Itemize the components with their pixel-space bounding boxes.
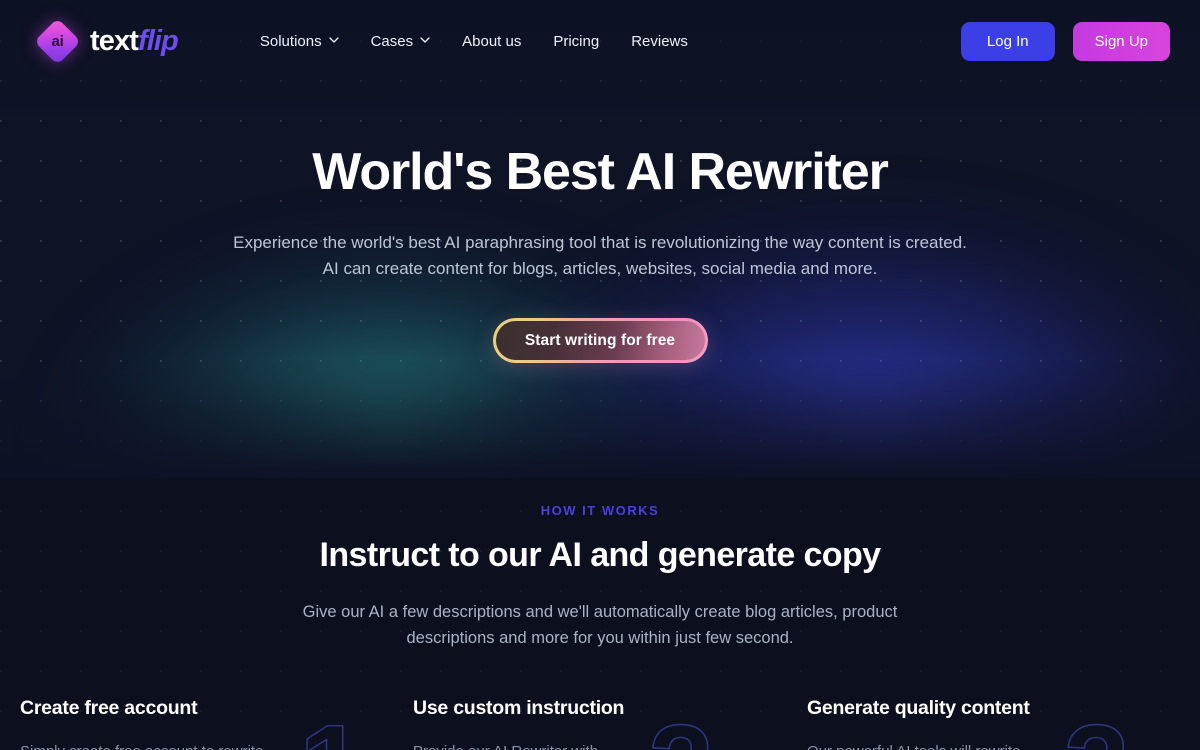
nav-item-solutions[interactable]: Solutions [244, 25, 355, 58]
nav-actions: Log In Sign Up [960, 21, 1170, 61]
chevron-down-icon [328, 35, 339, 45]
logo-ai-label: ai [51, 32, 64, 50]
nav-item-reviews-label: Reviews [631, 32, 688, 50]
brand-wordmark: textflip [90, 24, 179, 57]
step-description: Simply create free account to rewrite [20, 740, 270, 750]
hero-cta-wrapper: Start writing for free [0, 318, 1200, 364]
how-it-works-subtitle-line-1: Give our AI a few descriptions and we'll… [302, 603, 898, 621]
brand-logo[interactable]: ai textflip [34, 17, 179, 65]
hero-bottom-fade [0, 358, 1200, 478]
hero-content: World's Best AI Rewriter Experience the … [0, 82, 1200, 364]
how-it-works-header: HOW IT WORKS Instruct to our AI and gene… [0, 478, 1200, 651]
hero-subtitle-line-2: AI can create content for blogs, article… [322, 259, 878, 279]
step-title: Generate quality content [807, 697, 1030, 719]
step-title: Use custom instruction [413, 697, 625, 719]
logo-diamond-icon: ai [34, 17, 81, 65]
nav-item-pricing-label: Pricing [553, 32, 600, 50]
hero-section: ai textflip Solutions Cases About us Pri… [0, 0, 1200, 478]
step-description: Provide our AI Rewriter with [413, 740, 663, 750]
nav-item-about-us-label: About us [462, 32, 522, 50]
how-it-works-section: HOW IT WORKS Instruct to our AI and gene… [0, 478, 1200, 750]
nav-item-about-us[interactable]: About us [446, 25, 537, 58]
start-writing-button-label: Start writing for free [524, 331, 676, 349]
step-card: 1 Create free account Simply create free… [20, 697, 393, 750]
nav-item-solutions-label: Solutions [259, 32, 322, 50]
step-card: 3 Generate quality content Our powerful … [786, 697, 1180, 750]
step-card: 2 Use custom instruction Provide our AI … [393, 697, 786, 750]
how-it-works-subtitle-line-2: descriptions and more for you within jus… [406, 629, 794, 647]
login-button[interactable]: Log In [960, 21, 1055, 61]
signup-button[interactable]: Sign Up [1072, 21, 1170, 61]
brand-word-text: text [90, 24, 139, 57]
steps-list: 1 Create free account Simply create free… [0, 697, 1200, 750]
nav-links: Solutions Cases About us Pricing Reviews [244, 25, 704, 58]
chevron-down-icon [420, 35, 430, 45]
nav-item-reviews[interactable]: Reviews [615, 25, 704, 58]
nav-item-cases[interactable]: Cases [355, 25, 447, 58]
start-writing-button[interactable]: Start writing for free [492, 318, 708, 364]
how-it-works-title: Instruct to our AI and generate copy [319, 536, 881, 574]
hero-title: World's Best AI Rewriter [312, 143, 889, 201]
step-description: Our powerful AI tools will rewrite [807, 740, 1057, 750]
how-it-works-eyebrow: HOW IT WORKS [540, 503, 660, 518]
landing-page: ai textflip Solutions Cases About us Pri… [0, 0, 1200, 750]
nav-item-pricing[interactable]: Pricing [537, 25, 615, 58]
brand-word-flip: flip [137, 24, 179, 57]
nav-item-cases-label: Cases [370, 32, 414, 50]
top-navbar: ai textflip Solutions Cases About us Pri… [0, 0, 1200, 82]
step-title: Create free account [20, 697, 198, 719]
hero-subtitle: Experience the world's best AI paraphras… [0, 230, 1200, 282]
how-it-works-subtitle: Give our AI a few descriptions and we'll… [0, 599, 1200, 651]
hero-subtitle-line-1: Experience the world's best AI paraphras… [233, 233, 967, 253]
